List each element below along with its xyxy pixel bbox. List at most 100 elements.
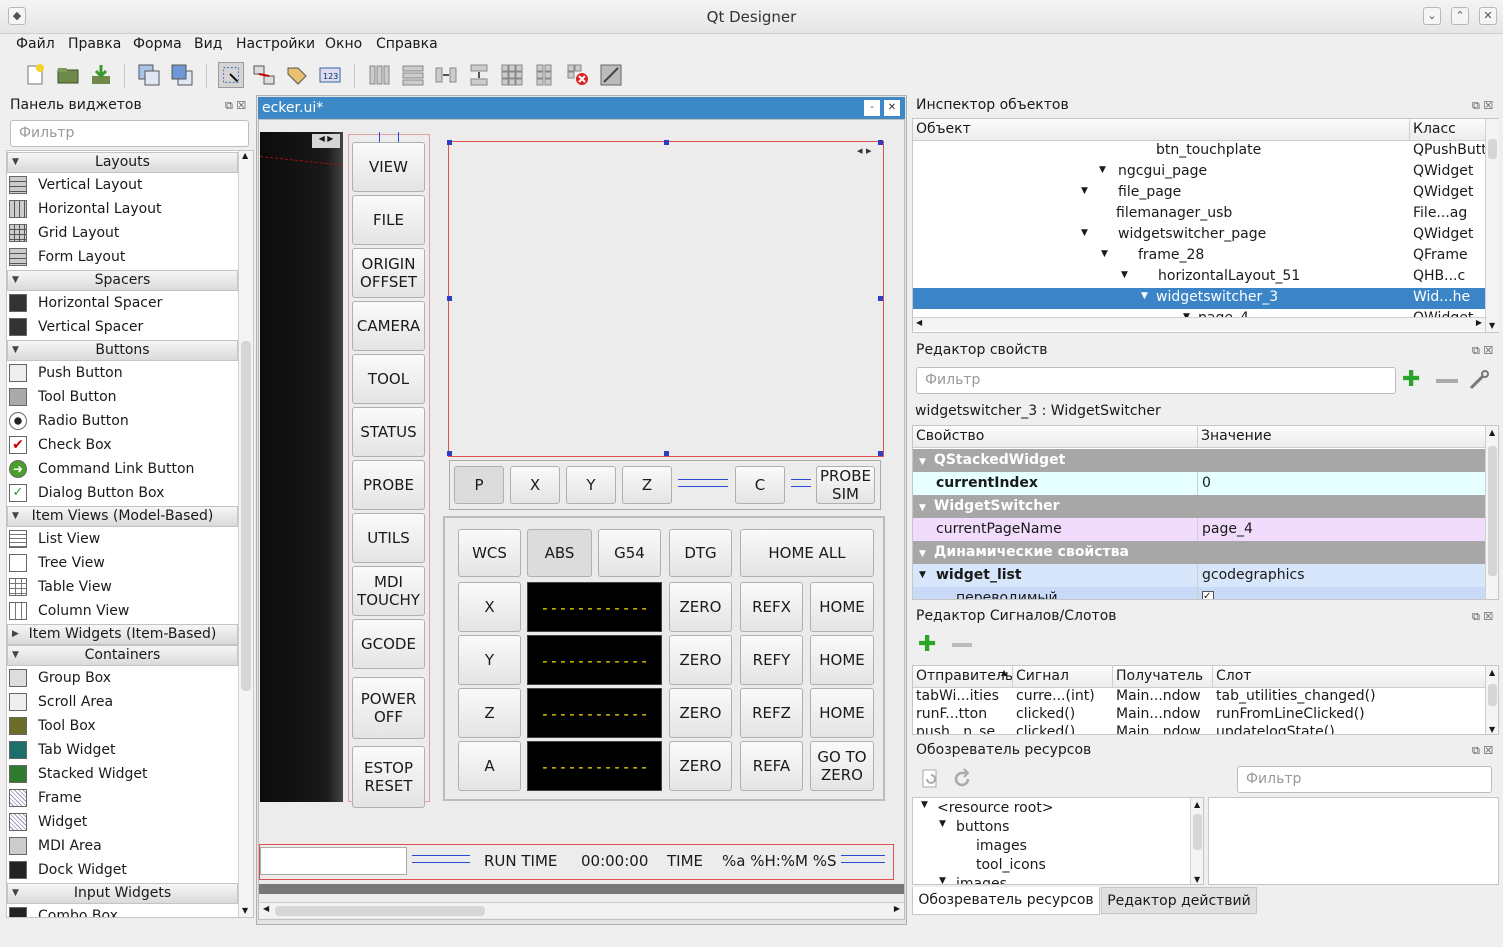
ref-button-y[interactable]: REFY [740,635,803,685]
form-title-bar[interactable]: ecker.ui* - ✕ [258,97,905,119]
menu-help[interactable]: Справка [376,36,438,52]
layout-horizontally-icon[interactable] [367,62,393,88]
gcode-graphics[interactable]: ◀ ▶ [259,132,343,802]
resource-root[interactable]: <resource root> [937,800,1054,816]
col-object[interactable]: Объект [916,121,971,137]
inspector-row[interactable]: widgetswitcher_3 Wid...he ▼ [913,288,1485,309]
send-to-back-icon[interactable] [136,62,162,88]
category-containers[interactable]: ▼ Containers [7,645,238,666]
save-icon[interactable] [88,62,114,88]
widget-list-value[interactable]: gcodegraphics [1202,564,1305,586]
scroll-up-icon[interactable]: ▲ [242,151,248,160]
signal-dock-buttons[interactable]: ⧉ ☒ [1472,610,1493,624]
inspector-row[interactable]: horizontalLayout_51 QHB...c ▼ [913,267,1485,288]
widget-frame[interactable]: Frame [9,787,82,809]
view-button-p[interactable]: P [454,466,504,504]
edit-signals-icon[interactable] [251,62,277,88]
menu-form[interactable]: Форма [133,36,182,52]
add-dynamic-property-icon[interactable]: ✚ [1402,367,1420,393]
axis-label-y[interactable]: Y [458,635,521,685]
widget-mdi-area[interactable]: MDI Area [9,835,102,857]
current-index-value[interactable]: 0 [1202,472,1211,494]
side-button-origin-offset[interactable]: ORIGIN OFFSET [352,248,425,298]
layout-grid-icon[interactable] [499,62,525,88]
dro-button-wcs[interactable]: WCS [458,529,521,577]
menu-window[interactable]: Окно [325,36,362,52]
row-current-index[interactable]: currentIndex 0 [913,472,1485,495]
dro-button-g54[interactable]: G54 [598,529,661,577]
group-widgetswitcher[interactable]: ▼ WidgetSwitcher [913,495,1485,518]
signal-row[interactable]: push...n_se clicked() Main...ndow updatelog… [913,724,1485,734]
col-signal[interactable]: Сигнал [1016,668,1069,684]
resource-buttons[interactable]: buttons [956,819,1009,835]
expand-arrow-icon[interactable]: ▼ [1141,291,1148,301]
window-menu-icon[interactable]: ◆ [8,7,26,25]
widget-tree-view[interactable]: Tree View [9,552,105,574]
widget-push-button[interactable]: Push Button [9,362,123,384]
resource-scrollbar[interactable]: ▲ ▼ [1190,798,1203,884]
edit-buddies-icon[interactable] [284,62,310,88]
form-minimize-button[interactable]: - [864,100,880,116]
menu-edit[interactable]: Правка [68,36,121,52]
category-buttons[interactable]: ▼ Buttons [7,340,238,361]
zero-button-x[interactable]: ZERO [669,582,732,632]
resource-images[interactable]: images [976,838,1027,854]
scroll-down-icon[interactable]: ▼ [242,906,248,915]
expand-arrow-icon[interactable]: ▼ [1099,165,1106,175]
view-button-probe-sim[interactable]: PROBE SIM [816,466,875,504]
side-button-utils[interactable]: UTILS [352,513,425,563]
edit-widgets-icon[interactable] [218,62,244,88]
side-button-estop-reset[interactable]: ESTOP RESET [352,746,425,808]
layout-vertically-icon[interactable] [400,62,426,88]
widgetbox-filter[interactable]: Фильтр [10,120,249,147]
axis-label-a[interactable]: A [458,741,521,791]
ref-button-z[interactable]: REFZ [740,688,803,738]
resource-tool-icons[interactable]: tool_icons [976,857,1046,873]
col-sender[interactable]: Отправитель [916,668,1013,684]
zero-button-z[interactable]: ZERO [669,688,732,738]
widget-horizontal-layout[interactable]: Horizontal Layout [9,198,162,220]
widget-tool-box[interactable]: Tool Box [9,715,96,737]
side-button-mdi-touchy[interactable]: MDI TOUCHY [352,566,425,616]
form-h-scrollbar[interactable]: ◀ ▶ [259,902,904,918]
side-button-camera[interactable]: CAMERA [352,301,425,351]
view-button-c[interactable]: C [735,466,785,504]
signal-row[interactable]: tabWi...ities curre...(int) Main...ndow tab… [913,688,1485,706]
col-slot[interactable]: Слот [1216,668,1251,684]
view-button-y[interactable]: Y [566,466,616,504]
ref-button-a[interactable]: REFA [740,741,803,791]
group-qstackedwidget[interactable]: ▼ QStackedWidget [913,449,1485,472]
menu-view[interactable]: Вид [194,36,222,52]
expand-arrow-icon[interactable]: ▼ [1101,249,1108,259]
category-item-views[interactable]: ▼ Item Views (Model-Based) [7,506,238,527]
page-arrows-icon[interactable]: ◂ ▸ [857,144,872,157]
side-button-file[interactable]: FILE [352,195,425,245]
group-dynamic-properties[interactable]: ▼ Динамические свойства [913,541,1485,564]
signal-row[interactable]: runF...tton clicked() Main...ndow runFromLi… [913,706,1485,724]
dro-button-abs[interactable]: ABS [527,529,592,577]
expand-arrow-icon[interactable]: ▼ [1081,228,1088,238]
inspector-dock-buttons[interactable]: ⧉ ☒ [1472,99,1493,113]
resource-dock-buttons[interactable]: ⧉ ☒ [1472,744,1493,758]
maximize-button[interactable]: ⌃ [1451,7,1469,25]
col-receiver[interactable]: Получатель [1116,668,1203,684]
zero-button-a[interactable]: ZERO [669,741,732,791]
remove-property-icon[interactable] [1436,379,1458,383]
category-item-widgets[interactable]: ▶ Item Widgets (Item-Based) [7,624,238,645]
widget-dock-widget[interactable]: Dock Widget [9,859,127,881]
side-button-gcode[interactable]: GCODE [352,619,425,669]
open-folder-icon[interactable] [55,62,81,88]
configure-icon[interactable] [1467,368,1491,392]
minimize-button[interactable]: ⌄ [1423,7,1441,25]
col-property[interactable]: Свойство [916,428,984,444]
widgetbox-scrollbar[interactable]: ▲ ▼ [238,151,253,917]
remove-connection-icon[interactable] [952,643,972,647]
resource-filter[interactable]: Фильтр [1237,766,1492,793]
widget-list-view[interactable]: List View [9,528,100,550]
widget-switcher-area[interactable]: ◂ ▸ [448,141,884,457]
widget-scroll-area[interactable]: Scroll Area [9,691,113,713]
row-widget-list[interactable]: ▼ widget_list gcodegraphics [913,564,1485,587]
side-button-view[interactable]: VIEW [352,142,425,192]
home-button-a[interactable]: GO TO ZERO [810,741,874,791]
dro-button-dtg[interactable]: DTG [669,529,732,577]
